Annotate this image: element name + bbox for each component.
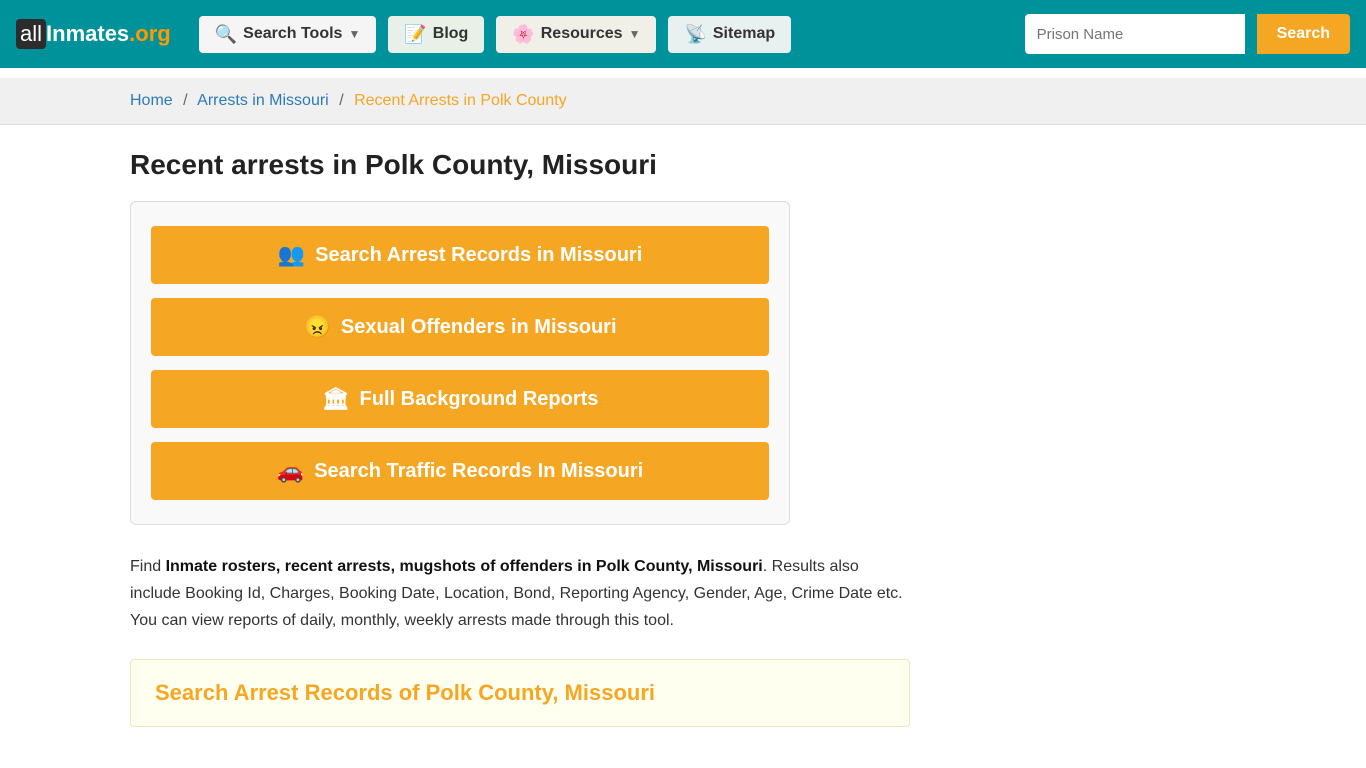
search-tools-button[interactable]: 🔍 Search Tools ▼ — [199, 16, 377, 53]
sexual-offenders-icon: 😠 — [303, 314, 330, 340]
logo-inmates-text: Inmates — [46, 21, 129, 47]
sitemap-label: Sitemap — [713, 25, 775, 43]
sitemap-icon: 📡 — [684, 24, 706, 45]
background-reports-icon: 🏛 — [322, 386, 350, 412]
main-content: Recent arrests in Polk County, Missouri … — [0, 125, 1366, 751]
logo-all-text: all — [16, 19, 46, 49]
arrest-records-label: Search Arrest Records in Missouri — [315, 244, 642, 267]
blog-label: Blog — [433, 25, 469, 43]
breadcrumb-arrests[interactable]: Arrests in Missouri — [197, 92, 329, 109]
action-button-box: 👥 Search Arrest Records in Missouri 😠 Sexua… — [130, 201, 790, 525]
breadcrumb-current: Recent Arrests in Polk County — [354, 92, 567, 109]
resources-arrow-icon: ▼ — [629, 27, 641, 41]
action-btn-traffic-records[interactable]: 🚗 Search Traffic Records In Missouri — [151, 442, 769, 500]
page-title: Recent arrests in Polk County, Missouri — [130, 149, 1236, 181]
action-btn-background-reports[interactable]: 🏛 Full Background Reports — [151, 370, 769, 428]
resources-button[interactable]: 🌸 Resources ▼ — [496, 16, 656, 53]
arrest-records-icon: 👥 — [278, 242, 305, 268]
action-btn-arrest-records[interactable]: 👥 Search Arrest Records in Missouri — [151, 226, 769, 284]
prison-search-button-label: Search — [1277, 25, 1330, 42]
search-section: Search Arrest Records of Polk County, Mi… — [130, 659, 910, 727]
search-tools-arrow-icon: ▼ — [348, 27, 360, 41]
resources-icon: 🌸 — [512, 24, 534, 45]
search-tools-label: Search Tools — [243, 25, 342, 43]
blog-button[interactable]: 📝 Blog — [388, 16, 484, 53]
action-btn-sexual-offenders[interactable]: 😠 Sexual Offenders in Missouri — [151, 298, 769, 356]
traffic-records-label: Search Traffic Records In Missouri — [314, 460, 643, 483]
search-section-title: Search Arrest Records of Polk County, Mi… — [155, 680, 885, 706]
resources-label: Resources — [541, 25, 623, 43]
breadcrumb-sep1: / — [183, 92, 187, 109]
breadcrumb: Home / Arrests in Missouri / Recent Arre… — [0, 78, 1366, 125]
sexual-offenders-label: Sexual Offenders in Missouri — [341, 316, 617, 339]
logo-org-text: .org — [129, 21, 171, 47]
breadcrumb-sep2: / — [339, 92, 343, 109]
background-reports-label: Full Background Reports — [360, 388, 599, 411]
description-bold: Inmate rosters, recent arrests, mugshots… — [166, 558, 763, 575]
breadcrumb-home[interactable]: Home — [130, 92, 173, 109]
prison-search-input[interactable] — [1025, 14, 1245, 54]
sitemap-button[interactable]: 📡 Sitemap — [668, 16, 791, 53]
logo[interactable]: allInmates.org — [16, 19, 171, 49]
prison-search-button[interactable]: Search — [1257, 14, 1350, 54]
description-text: Find Inmate rosters, recent arrests, mug… — [130, 553, 910, 635]
navbar: allInmates.org 🔍 Search Tools ▼ 📝 Blog 🌸… — [0, 0, 1366, 68]
search-tools-icon: 🔍 — [215, 24, 237, 45]
description-prefix: Find — [130, 558, 166, 575]
traffic-records-icon: 🚗 — [277, 458, 304, 484]
blog-icon: 📝 — [404, 24, 426, 45]
